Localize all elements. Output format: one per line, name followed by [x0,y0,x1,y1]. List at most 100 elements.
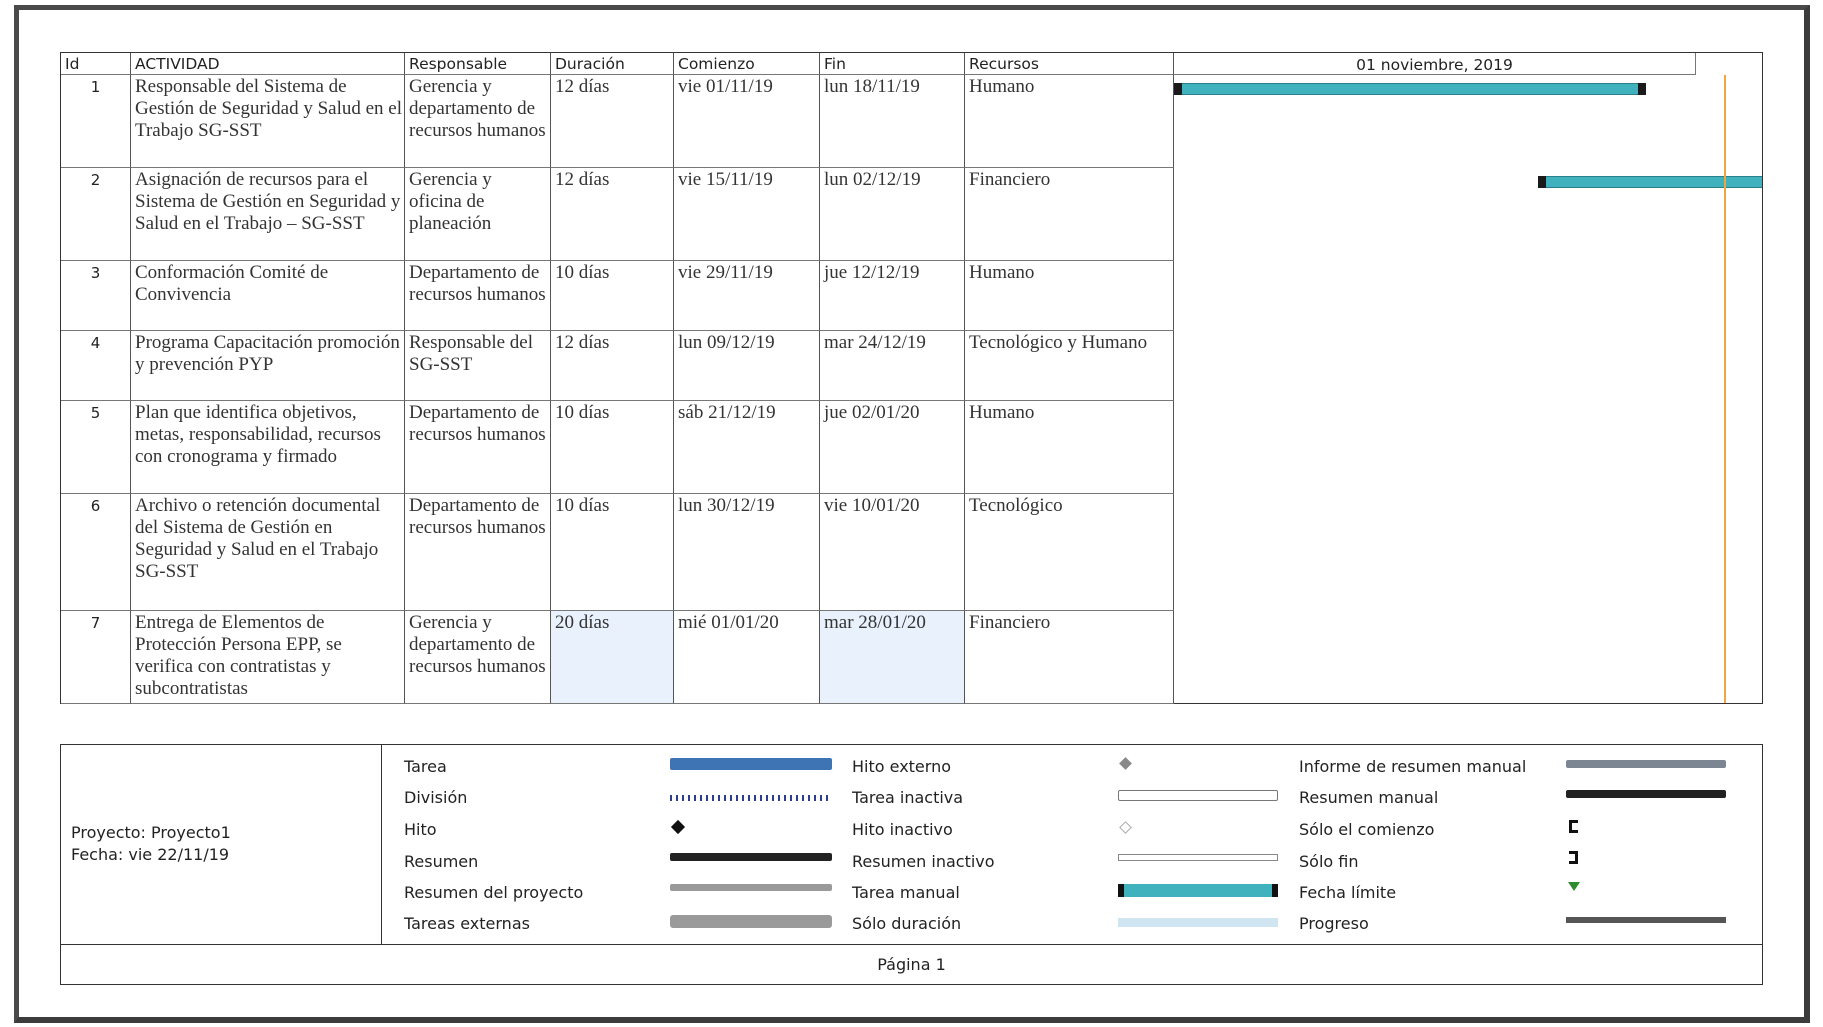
legend-label: Tareas externas [404,914,530,933]
task-actividad: Archivo o retención documental del Siste… [131,494,405,611]
task-recursos: Tecnológico [965,494,1174,611]
legend-label: Resumen del proyecto [404,883,584,902]
project-date: Fecha: vie 22/11/19 [71,845,230,864]
legend-label: Resumen [404,852,479,871]
task-symbol [670,758,832,770]
legend-label: Resumen manual [1299,788,1439,807]
task-actividad: Asignación de recursos para el Sistema d… [131,168,405,261]
task-duracion: 12 días [551,331,674,401]
task-id: 1 [61,75,131,168]
header-comienzo: Comienzo [674,53,820,75]
task-fin: jue 02/01/20 [820,401,965,494]
legend-divider [381,745,382,944]
task-id: 3 [61,261,131,331]
task-fin: mar 28/01/20 [820,611,965,704]
duration-only-symbol [1118,918,1278,927]
legend-label: Sólo fin [1299,852,1359,871]
summary-symbol [670,853,832,861]
task-recursos: Humano [965,261,1174,331]
legend-label: Progreso [1299,914,1369,933]
header-recursos: Recursos [965,53,1174,75]
manual-summary-rollup-symbol [1566,760,1726,768]
task-comienzo: lun 30/12/19 [674,494,820,611]
legend-label: Sólo el comienzo [1299,820,1435,839]
header-actividad: ACTIVIDAD [131,53,405,75]
legend-label: Hito [404,820,437,839]
header-fin: Fin [820,53,965,75]
legend-label: Tarea [404,757,447,776]
split-symbol [670,795,832,801]
task-comienzo: sáb 21/12/19 [674,401,820,494]
task-comienzo: mié 01/01/20 [674,611,820,704]
task-comienzo: vie 15/11/19 [674,168,820,261]
task-duracion: 12 días [551,75,674,168]
task-duracion: 20 días [551,611,674,704]
manual-summary-symbol [1566,790,1726,798]
deadline-marker-line [1724,75,1726,703]
task-fin: mar 24/12/19 [820,331,965,401]
project-summary-symbol [670,884,832,891]
finish-only-symbol [1569,851,1578,864]
legend-label: Sólo duración [852,914,962,933]
task-responsable: Gerencia y departamento de recursos huma… [405,75,551,168]
bar-start-cap [1174,83,1182,95]
task-id: 7 [61,611,131,704]
task-actividad: Entrega de Elementos de Protección Perso… [131,611,405,704]
inactive-task-symbol [1118,790,1278,801]
task-duracion: 10 días [551,261,674,331]
gantt-table: Id ACTIVIDAD Responsable Duración Comien… [60,52,1763,704]
timeline-date-header: 01 noviembre, 2019 [1174,53,1696,75]
legend-label: Hito externo [852,757,951,776]
legend-label: Tarea inactiva [852,788,964,807]
task-responsable: Gerencia y departamento de recursos huma… [405,611,551,704]
page-footer: Página 1 [60,945,1763,985]
task-id: 2 [61,168,131,261]
task-bar-2[interactable] [1540,176,1762,188]
inactive-milestone-symbol [1119,821,1132,834]
task-responsable: Departamento de recursos humanos [405,494,551,611]
task-recursos: Financiero [965,168,1174,261]
task-responsable: Departamento de recursos humanos [405,261,551,331]
task-recursos: Financiero [965,611,1174,704]
bar-end-cap [1638,83,1646,95]
legend-label: Informe de resumen manual [1299,757,1527,776]
legend-label: Hito inactivo [852,820,953,839]
header-duracion: Duración [551,53,674,75]
gantt-timeline-area [1174,75,1762,703]
task-comienzo: lun 09/12/19 [674,331,820,401]
header-responsable: Responsable [405,53,551,75]
task-fin: lun 18/11/19 [820,75,965,168]
project-name: Proyecto: Proyecto1 [71,823,231,842]
task-responsable: Departamento de recursos humanos [405,401,551,494]
milestone-symbol [670,819,686,835]
bar-start-cap [1538,176,1546,188]
task-recursos: Humano [965,75,1174,168]
progress-symbol [1566,917,1726,923]
legend-label: Tarea manual [852,883,960,902]
task-fin: jue 12/12/19 [820,261,965,331]
legend-label: Fecha límite [1299,883,1397,902]
inactive-summary-symbol [1118,854,1278,861]
task-duracion: 10 días [551,494,674,611]
task-id: 6 [61,494,131,611]
task-comienzo: vie 01/11/19 [674,75,820,168]
start-only-symbol [1569,820,1578,833]
manual-task-symbol [1118,884,1278,897]
task-responsable: Gerencia y oficina de planeación [405,168,551,261]
task-id: 4 [61,331,131,401]
legend-panel: Proyecto: Proyecto1 Fecha: vie 22/11/19 … [60,744,1763,945]
task-id: 5 [61,401,131,494]
task-fin: lun 02/12/19 [820,168,965,261]
task-duracion: 12 días [551,168,674,261]
header-id: Id [61,53,131,75]
legend-label: Resumen inactivo [852,852,995,871]
task-responsable: Responsable del SG-SST [405,331,551,401]
task-actividad: Conformación Comité de Convivencia [131,261,405,331]
task-recursos: Humano [965,401,1174,494]
task-duracion: 10 días [551,401,674,494]
task-bar-1[interactable] [1176,83,1644,95]
task-fin: vie 10/01/20 [820,494,965,611]
legend-label: División [404,788,468,807]
external-milestone-symbol [1119,757,1132,770]
deadline-arrow-icon [1568,882,1580,891]
